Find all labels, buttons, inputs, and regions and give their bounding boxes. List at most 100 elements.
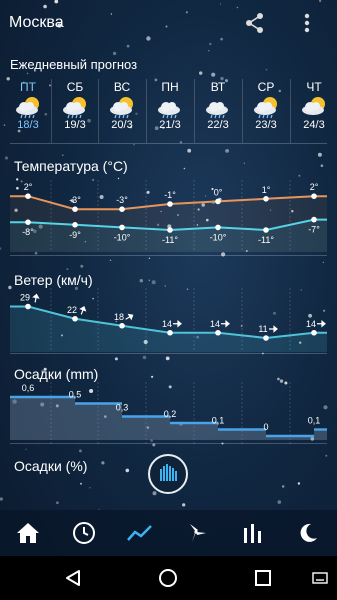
wind-label: 22 (67, 305, 77, 315)
divider (10, 143, 327, 144)
precip-label: 0,1 (212, 416, 225, 426)
more-vert-icon[interactable] (300, 12, 314, 34)
day-column[interactable]: ПТ 18/3 (6, 80, 50, 142)
temp-low-point (215, 224, 221, 231)
city-title: Москва (9, 14, 64, 31)
temp-high-point (72, 206, 78, 212)
nav-home[interactable] (0, 510, 56, 556)
precip-label: 0 (263, 422, 268, 432)
share-icon[interactable] (244, 12, 266, 34)
precip-bar (10, 397, 28, 440)
temp-low-label: -8° (22, 227, 34, 237)
temp-high-point (311, 193, 317, 199)
divider (10, 443, 327, 444)
temp-high-label: -1° (164, 190, 176, 200)
wind-point (72, 315, 78, 322)
day-column[interactable]: СР 23/3 (244, 80, 288, 142)
back-button[interactable] (60, 565, 86, 591)
day-separator (51, 79, 52, 143)
day-name: ПТ (20, 80, 36, 94)
nav-trends[interactable] (112, 510, 168, 556)
system-navigation-bar (0, 556, 337, 600)
temp-low-label: -7° (308, 225, 320, 235)
day-date: 22/3 (207, 119, 229, 131)
moon-icon (300, 523, 317, 542)
trend-icon (127, 525, 152, 541)
wind-label: 11 (258, 324, 267, 334)
day-date: 21/3 (159, 119, 181, 131)
nav-moon[interactable] (280, 510, 336, 556)
day-date: 20/3 (111, 119, 133, 131)
precip-label: 0,2 (164, 409, 177, 419)
bar-chart-icon (244, 524, 261, 543)
wind-direction-arrow-icon (221, 319, 230, 328)
wind-direction-arrow-icon (317, 319, 326, 328)
temp-high-point (215, 198, 221, 205)
bar-chart-fab[interactable] (148, 454, 188, 494)
wind-label: 14 (210, 319, 220, 329)
clock-icon (73, 522, 95, 544)
wind-label: 14 (162, 319, 172, 329)
nav-wind[interactable] (168, 510, 224, 556)
temperature-title: Температура (°C) (14, 158, 128, 174)
day-date: 19/3 (64, 119, 86, 131)
precip-label: 0,5 (69, 390, 82, 400)
wind-direction-arrow-icon (269, 325, 278, 333)
sun-cloud-rain-icon (254, 97, 277, 119)
keyboard-toggle-button[interactable] (307, 565, 333, 591)
day-column[interactable]: ПН 21/3 (148, 80, 192, 142)
recents-square-icon (255, 570, 271, 586)
temp-high-point (263, 196, 269, 202)
day-column[interactable]: СБ 19/3 (53, 80, 97, 142)
wind-point (167, 329, 173, 336)
daily-forecast-title: Ежедневный прогноз (10, 57, 138, 72)
day-date: 18/3 (17, 119, 39, 131)
sun-cloud-rain-icon (110, 97, 133, 119)
wind-point (25, 303, 31, 310)
day-separator (146, 79, 147, 143)
precip-title: Осадки (mm) (14, 366, 99, 382)
nav-hourly[interactable] (56, 510, 112, 556)
precip-chart: 0,6 0,5 0,3 0,2 0,1 0 0,1 (10, 382, 327, 444)
day-date: 23/3 (255, 119, 277, 131)
temp-low-point (25, 219, 31, 225)
precip-bar (218, 429, 266, 440)
temp-low-point (311, 216, 317, 223)
sun-cloud-rain-icon (63, 97, 86, 119)
precip-label: 0,6 (22, 383, 35, 393)
temp-high-label: -3° (116, 195, 128, 205)
recents-button[interactable] (250, 565, 276, 591)
wind-label: 18 (114, 312, 124, 322)
temp-high-label: 2° (310, 182, 319, 192)
wind-direction-arrow-icon (32, 293, 40, 303)
wind-point (311, 329, 317, 336)
day-column[interactable]: ВС 20/3 (100, 80, 144, 142)
day-name: ВС (113, 80, 131, 94)
temp-low-point (167, 227, 173, 233)
day-date: 24/3 (303, 119, 325, 131)
temp-high-label: 2° (24, 182, 33, 192)
wind-direction-arrow-icon (125, 313, 134, 321)
day-column[interactable]: ЧТ 24/3 (292, 80, 336, 142)
nav-bars[interactable] (224, 510, 280, 556)
day-name: ПН (161, 80, 179, 94)
wind-point (263, 335, 269, 341)
day-name: СБ (66, 80, 84, 94)
sun-cloud-icon (302, 97, 325, 115)
divider (10, 255, 327, 256)
divider (10, 353, 327, 354)
temp-low-label: -9° (69, 230, 81, 240)
precip-bar (314, 429, 327, 440)
precip-bar (170, 423, 218, 440)
wind-title: Ветер (км/ч) (14, 272, 93, 288)
precip-label: 0,3 (116, 403, 129, 413)
back-triangle-icon (66, 570, 80, 586)
wind-point (215, 329, 221, 336)
temp-high-point (25, 193, 31, 199)
precip-label: 0,1 (308, 416, 321, 426)
precip-bar (122, 416, 170, 440)
bottom-navigation (0, 510, 337, 556)
day-column[interactable]: ВТ 22/3 (196, 80, 240, 142)
wind-point (119, 322, 125, 329)
home-system-button[interactable] (155, 565, 181, 591)
